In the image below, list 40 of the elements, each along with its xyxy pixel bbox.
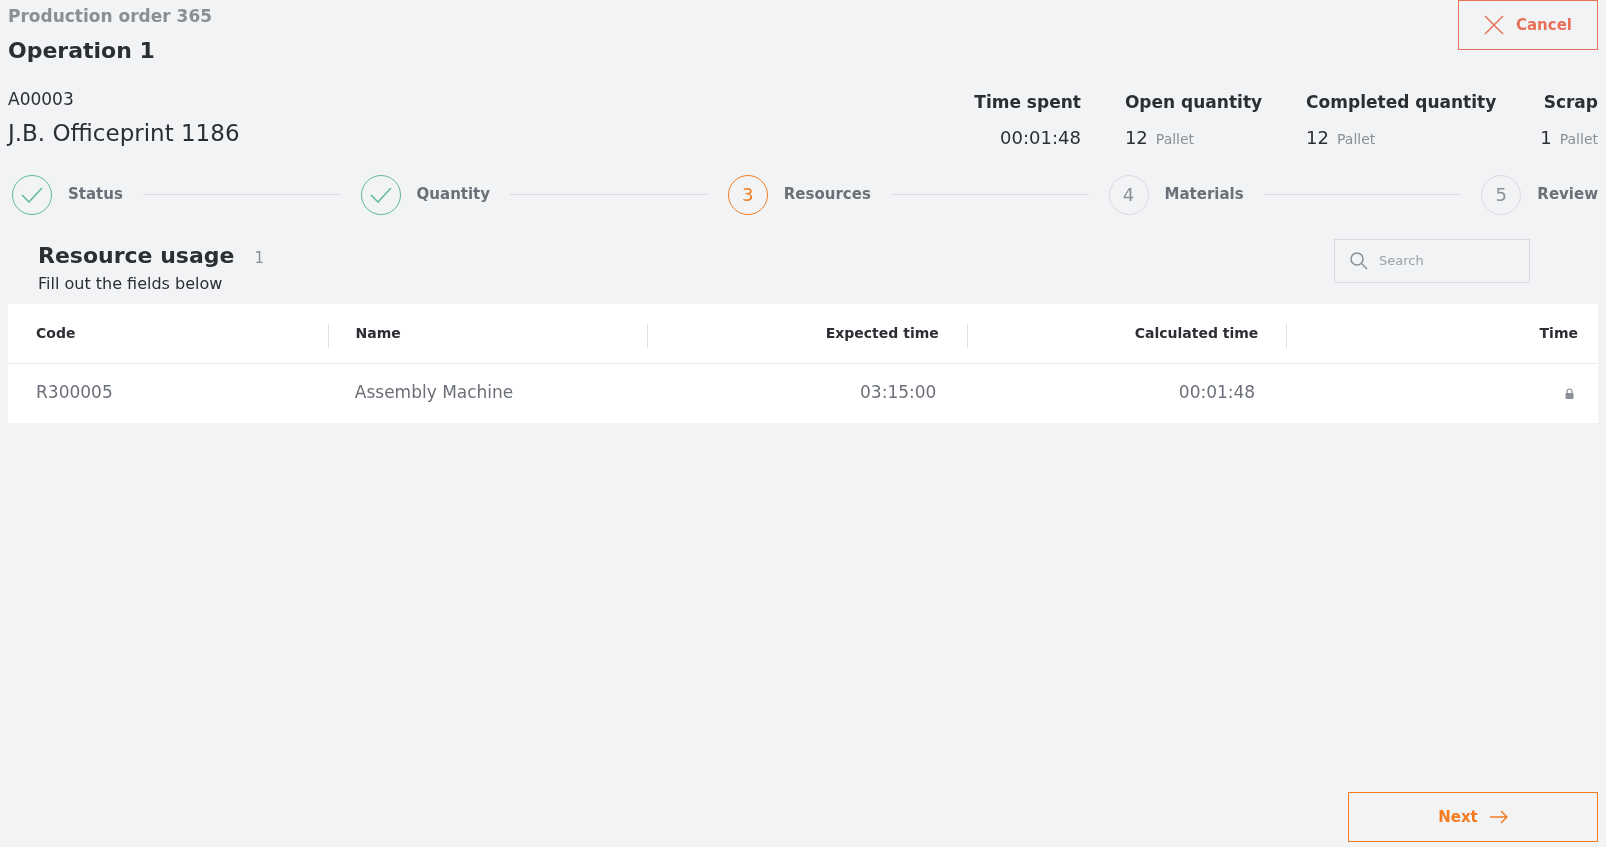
stat-label: Time spent bbox=[974, 91, 1081, 114]
table-cell-text: R300005 bbox=[36, 381, 113, 405]
step-label[interactable]: Resources bbox=[783, 183, 871, 206]
table-cell-text: 00:01:48 bbox=[1178, 381, 1256, 405]
step-label[interactable]: Materials bbox=[1164, 183, 1244, 206]
stat-unit: Pallet bbox=[1337, 129, 1376, 149]
stat-value: 12 bbox=[1124, 125, 1148, 150]
column-header[interactable]: Calculated time bbox=[1134, 322, 1259, 344]
stat-unit: Pallet bbox=[1155, 129, 1195, 149]
column-header[interactable]: Code bbox=[36, 322, 76, 344]
stat-value: 1 bbox=[1540, 125, 1552, 150]
column-header[interactable]: Expected time bbox=[825, 322, 939, 344]
item-name: J.B. Officeprint 1186 bbox=[8, 119, 240, 148]
stat-label: Open quantity bbox=[1124, 91, 1263, 114]
next-button[interactable]: Next bbox=[1348, 792, 1598, 842]
checkmark-icon bbox=[21, 186, 43, 203]
checkmark-icon bbox=[369, 186, 392, 203]
arrow-right-icon bbox=[1489, 810, 1508, 824]
step-label[interactable]: Status bbox=[68, 183, 123, 206]
section-title: Resource usage bbox=[38, 241, 235, 270]
section-count: 1 bbox=[254, 247, 265, 269]
item-code: A00003 bbox=[8, 87, 75, 111]
column-header[interactable]: Time bbox=[1539, 322, 1578, 344]
stat-label: Completed quantity bbox=[1306, 91, 1497, 114]
search-field[interactable]: Search bbox=[1334, 238, 1530, 283]
column-header[interactable]: Name bbox=[355, 322, 401, 344]
cancel-button[interactable]: Cancel bbox=[1458, 0, 1598, 50]
step-label[interactable]: Review bbox=[1537, 183, 1599, 206]
operation-title: Operation 1 bbox=[8, 36, 156, 65]
stat-value: 00:01:48 bbox=[1000, 125, 1081, 150]
stat-unit: Pallet bbox=[1559, 129, 1598, 149]
table-cell-text: Assembly Machine bbox=[354, 381, 514, 405]
step-label[interactable]: Quantity bbox=[416, 183, 491, 206]
table-cell-text: 03:15:00 bbox=[860, 381, 937, 405]
close-icon bbox=[1484, 15, 1504, 35]
section-subtitle: Fill out the fields below bbox=[38, 272, 224, 295]
stat-value: 12 bbox=[1306, 125, 1329, 150]
stat-label: Scrap bbox=[1543, 91, 1598, 114]
order-title: Production order 365 bbox=[8, 5, 213, 28]
search-icon bbox=[1350, 251, 1368, 270]
